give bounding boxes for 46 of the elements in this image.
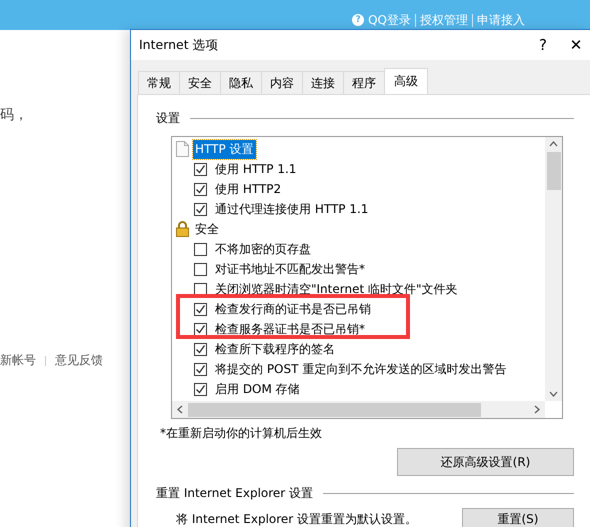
checkbox[interactable] (194, 322, 207, 336)
setting-label: 通过代理连接使用 HTTP 1.1 (215, 200, 368, 218)
reset-description: 将 Internet Explorer 设置重置为默认设置。 (176, 511, 418, 527)
setting-label: 对证书地址不匹配发出警告* (215, 260, 365, 278)
setting-label: 检查服务器证书是否已吊销* (215, 320, 365, 338)
setting-label: 关闭浏览器时清空"Internet 临时文件"文件夹 (215, 280, 458, 298)
setting-label: 启用 DOM 存储 (215, 380, 300, 398)
checkbox[interactable] (194, 282, 207, 296)
setting-label: 检查发行商的证书是否已吊销 (215, 300, 371, 318)
checkbox[interactable] (194, 162, 207, 176)
setting-label: 不将加密的页存盘 (215, 240, 311, 258)
checkbox[interactable] (194, 362, 207, 376)
setting-label: 将提交的 POST 重定向到不允许发送的区域时发出警告 (215, 360, 506, 378)
note-text: *在重新启动你的计算机后生效 (160, 425, 323, 442)
footer-link[interactable]: 意见反馈 (55, 352, 103, 369)
scrollbar-thumb[interactable] (546, 152, 560, 190)
settings-list[interactable]: HTTP 设置 使用 HTTP 1.1 使用 HTTP2 通过代理连接使用 HTTP 1.1 安全 不将加密的页存盘 对证书地址不匹配发出警告* 关闭浏览器时清空"Internet 临时文件"文件夹 检查发行商的证书是否已吊销 检查服务器证书是否已吊销* 检查所下载程序的签名 将提交的 POST 重定向到不允许发送的区域时发出警告 启用 DOM 存储 (171, 136, 563, 419)
help-icon: ? (352, 14, 364, 26)
page-icon (176, 141, 189, 157)
checkbox[interactable] (194, 382, 207, 396)
tab[interactable]: 高级 (384, 68, 428, 94)
footer-link[interactable]: 新帐号 (0, 352, 36, 369)
scrollbar-thumb[interactable] (188, 402, 481, 416)
section-label: 重置 Internet Explorer 设置 (156, 485, 314, 502)
reset-button[interactable]: 重置(S) (462, 508, 574, 527)
checkbox[interactable] (194, 242, 207, 256)
restore-button[interactable]: 还原高级设置(R) (397, 448, 574, 476)
vertical-scrollbar[interactable] (545, 137, 562, 401)
checkbox[interactable] (194, 202, 207, 216)
horizontal-scrollbar[interactable] (172, 401, 545, 418)
lock-icon (176, 221, 189, 237)
setting-label: 使用 HTTP 1.1 (215, 160, 296, 178)
tab[interactable]: 常规 (138, 71, 180, 94)
help-button[interactable]: ? (525, 30, 561, 60)
checkbox[interactable] (194, 302, 207, 316)
window-title: Internet 选项 (138, 36, 220, 54)
body-text: 码， (0, 106, 28, 124)
setting-label: 检查所下载程序的签名 (215, 340, 335, 358)
checkbox[interactable] (194, 262, 207, 276)
close-button[interactable]: ✕ (561, 30, 590, 60)
group-label[interactable]: HTTP 设置 (193, 140, 256, 158)
group-label[interactable]: 安全 (193, 220, 221, 238)
setting-label: 使用 HTTP2 (215, 180, 282, 198)
checkbox[interactable] (194, 342, 207, 356)
section-label: 设置 (156, 110, 180, 127)
checkbox[interactable] (194, 182, 207, 196)
